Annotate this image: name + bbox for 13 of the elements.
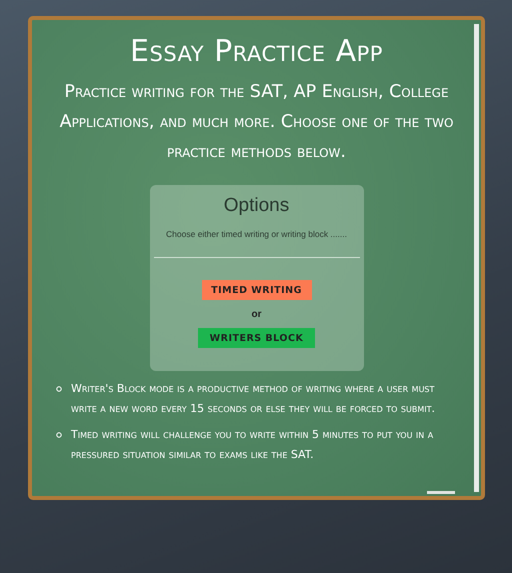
app-title: Essay Practice App	[130, 34, 383, 69]
mode-button[interactable]: TIMED WRITING	[202, 280, 312, 300]
scrollbar[interactable]	[474, 24, 479, 492]
bullet-icon	[56, 386, 62, 392]
intro-text: Practice writing for the SAT, AP English, College Applications, and much more. Choose one of the two practice methods below.	[58, 81, 454, 164]
options-title: Options	[224, 195, 290, 217]
scrollbar[interactable]	[427, 491, 455, 494]
bullet-icon	[56, 432, 62, 438]
or-label: or	[252, 309, 262, 320]
options-description: Choose either timed writing or writing block .......	[166, 229, 347, 239]
note-text: Writer's Block mode is a productive method of writing where a user must write a new word every 15 seconds or else they will be forced to submit.	[71, 381, 436, 417]
note-text: Timed writing will challenge you to write within 5 minutes to put you in a pressured situation similar to exams like the SAT.	[71, 427, 434, 463]
mode-button[interactable]: WRITERS BLOCK	[198, 328, 315, 348]
